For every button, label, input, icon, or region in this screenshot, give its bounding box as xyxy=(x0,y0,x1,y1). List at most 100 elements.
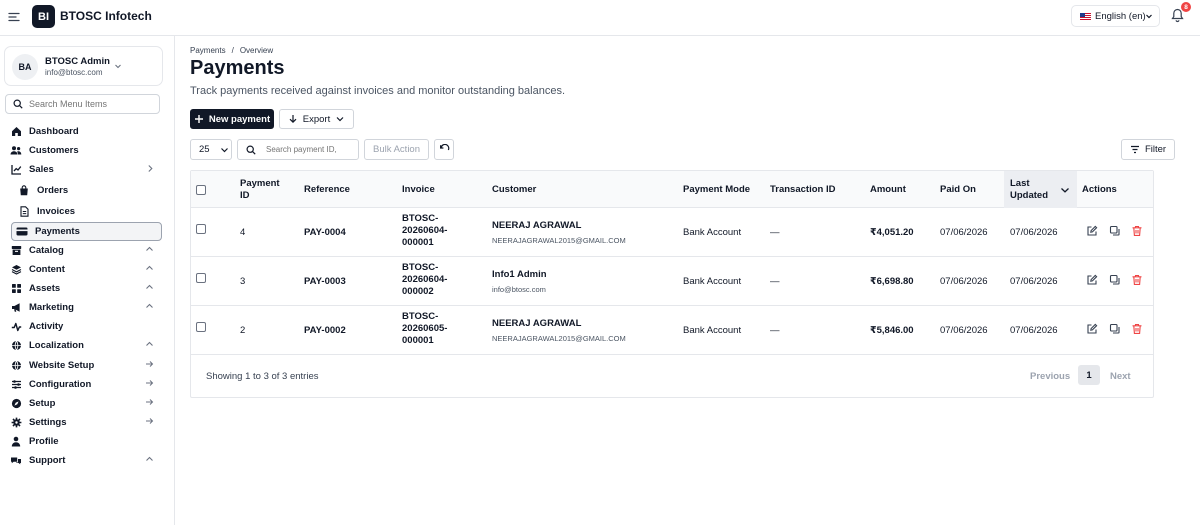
sidebar-item-assets[interactable]: Assets xyxy=(6,279,160,297)
export-button[interactable]: Export xyxy=(279,109,354,129)
column-payment-id[interactable]: Payment ID xyxy=(240,171,290,208)
sidebar-item-label: Marketing xyxy=(29,301,74,313)
page-1-button[interactable]: 1 xyxy=(1078,365,1100,385)
page-size-select[interactable]: 25 xyxy=(190,139,232,160)
sidebar-item-dashboard[interactable]: Dashboard xyxy=(6,122,160,140)
sidebar-item-orders[interactable]: Orders xyxy=(14,181,162,199)
invoice-cell[interactable]: BTOSC- 20260605- 000001 xyxy=(402,311,447,347)
brand-name[interactable]: BTOSC Infotech xyxy=(60,9,152,23)
amount-cell: ₹6,698.80 xyxy=(870,276,914,287)
page-size-value: 25 xyxy=(199,144,210,155)
table-row[interactable]: 2 PAY-0002 BTOSC- 20260605- 000001 NEERA… xyxy=(191,306,1153,355)
invoice-cell[interactable]: BTOSC- 20260604- 000002 xyxy=(402,262,447,298)
row-checkbox[interactable] xyxy=(196,273,206,283)
table-row[interactable]: 3 PAY-0003 BTOSC- 20260604- 000002 Info1… xyxy=(191,257,1153,306)
sidebar-item-support[interactable]: Support xyxy=(6,451,160,469)
duplicate-icon[interactable] xyxy=(1109,274,1121,286)
column-last-updated[interactable]: Last Updated xyxy=(1004,171,1077,208)
transaction-id-cell: — xyxy=(770,276,780,287)
column-last-updated-label: Last Updated xyxy=(1010,177,1048,201)
column-reference[interactable]: Reference xyxy=(304,171,394,208)
next-page-button[interactable]: Next xyxy=(1110,371,1131,382)
sidebar-item-settings[interactable]: Settings xyxy=(6,413,160,431)
user-card[interactable]: BA BTOSC Admin info@btosc.com xyxy=(4,46,163,86)
reference-cell[interactable]: PAY-0004 xyxy=(304,227,346,238)
duplicate-icon[interactable] xyxy=(1109,225,1121,237)
new-payment-button[interactable]: New payment xyxy=(190,109,274,129)
row-checkbox[interactable] xyxy=(196,322,206,332)
sidebar-item-setup[interactable]: Setup xyxy=(6,394,160,412)
select-all-checkbox[interactable] xyxy=(196,184,206,195)
page-subtitle: Track payments received against invoices… xyxy=(190,85,566,97)
bulk-action-button[interactable]: Bulk Action xyxy=(364,139,429,160)
chevron-down-icon xyxy=(336,117,344,122)
chevron-up-icon xyxy=(145,283,154,291)
duplicate-icon[interactable] xyxy=(1109,323,1121,335)
reference-cell[interactable]: PAY-0003 xyxy=(304,276,346,287)
chevron-up-icon xyxy=(145,302,154,310)
sidebar-item-website-setup[interactable]: Website Setup xyxy=(6,356,160,374)
plus-icon xyxy=(194,115,203,123)
table-row[interactable]: 4 PAY-0004 BTOSC- 20260604- 000001 NEERA… xyxy=(191,208,1153,257)
amount-cell: ₹4,051.20 xyxy=(870,227,914,238)
sidebar-item-profile[interactable]: Profile xyxy=(6,432,160,450)
chevron-up-icon xyxy=(145,264,154,272)
language-label: English (en) xyxy=(1095,10,1146,22)
row-checkbox[interactable] xyxy=(196,224,206,234)
menu-search[interactable] xyxy=(5,94,160,114)
menu-search-input[interactable] xyxy=(29,99,149,109)
edit-icon[interactable] xyxy=(1086,323,1098,335)
sidebar-item-activity[interactable]: Activity xyxy=(6,317,160,335)
sidebar-item-label: Customers xyxy=(29,144,79,156)
column-invoice[interactable]: Invoice xyxy=(402,171,482,208)
page-title: Payments xyxy=(190,57,285,79)
sidebar-item-catalog[interactable]: Catalog xyxy=(6,241,160,259)
sidebar-item-content[interactable]: Content xyxy=(6,260,160,278)
sidebar-item-label: Configuration xyxy=(29,378,92,390)
customer-email: info@btosc.com xyxy=(492,285,546,294)
chevron-down-icon xyxy=(220,147,228,152)
customer-cell[interactable]: NEERAJ AGRAWAL NEERAJAGRAWAL2015@GMAIL.C… xyxy=(492,318,626,343)
sidebar-item-customers[interactable]: Customers xyxy=(6,141,160,159)
filter-button[interactable]: Filter xyxy=(1121,139,1175,160)
edit-icon[interactable] xyxy=(1086,225,1098,237)
invoice-cell[interactable]: BTOSC- 20260604- 000001 xyxy=(402,213,447,249)
column-amount[interactable]: Amount xyxy=(870,171,930,208)
sidebar-item-label: Settings xyxy=(29,416,67,428)
delete-icon[interactable] xyxy=(1131,323,1143,335)
sidebar-item-invoices[interactable]: Invoices xyxy=(14,202,162,220)
column-paid-on[interactable]: Paid On xyxy=(940,171,1000,208)
previous-page-button[interactable]: Previous xyxy=(1030,371,1070,382)
arrow-right-icon xyxy=(145,398,154,406)
sidebar-item-label: Dashboard xyxy=(29,125,79,137)
column-payment-mode[interactable]: Payment Mode xyxy=(683,171,763,208)
sidebar-item-configuration[interactable]: Configuration xyxy=(6,375,160,393)
sidebar-item-sales[interactable]: Sales xyxy=(6,160,160,178)
hamburger-menu-icon[interactable] xyxy=(6,9,22,25)
reference-cell[interactable]: PAY-0002 xyxy=(304,325,346,336)
refresh-button[interactable] xyxy=(434,139,454,160)
customer-email: NEERAJAGRAWAL2015@GMAIL.COM xyxy=(492,236,626,245)
customer-cell[interactable]: NEERAJ AGRAWAL NEERAJAGRAWAL2015@GMAIL.C… xyxy=(492,220,626,245)
globe-icon xyxy=(9,358,23,372)
column-transaction-id[interactable]: Transaction ID xyxy=(770,171,860,208)
delete-icon[interactable] xyxy=(1131,274,1143,286)
arrow-right-icon xyxy=(145,379,154,387)
grid-icon xyxy=(9,281,23,295)
sidebar-item-label: Payments xyxy=(35,226,80,237)
payment-search-input[interactable] xyxy=(266,145,356,154)
sidebar-item-localization[interactable]: Localization xyxy=(6,336,160,354)
invoice-line: 20260605- xyxy=(402,323,448,334)
edit-icon[interactable] xyxy=(1086,274,1098,286)
language-selector[interactable]: English (en) xyxy=(1071,5,1160,27)
brand-logo[interactable]: BI xyxy=(32,5,55,28)
column-customer[interactable]: Customer xyxy=(492,171,672,208)
sidebar-item-payments[interactable]: Payments xyxy=(11,222,162,241)
transaction-id-cell: — xyxy=(770,227,780,238)
sort-desc-icon xyxy=(1061,187,1069,193)
sidebar-item-marketing[interactable]: Marketing xyxy=(6,298,160,316)
payment-search[interactable] xyxy=(237,139,359,160)
breadcrumb-parent[interactable]: Payments xyxy=(190,46,226,55)
delete-icon[interactable] xyxy=(1131,225,1143,237)
customer-cell[interactable]: Info1 Admin info@btosc.com xyxy=(492,269,547,294)
